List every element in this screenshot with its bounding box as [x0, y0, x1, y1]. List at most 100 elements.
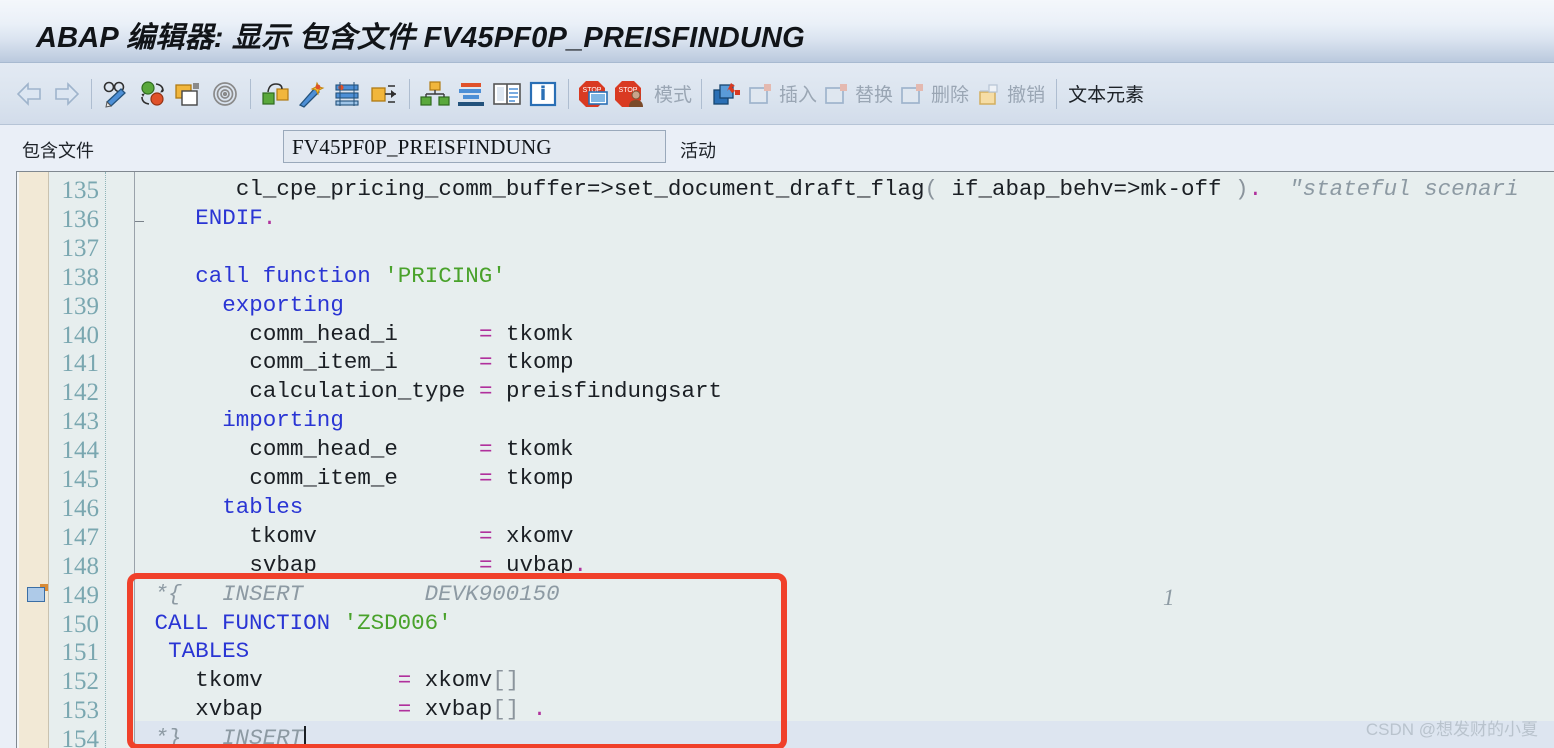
hierarchy-icon[interactable] [417, 71, 453, 117]
code-token: ) [1235, 176, 1249, 202]
line-number-column: 135 136 137 138 139 140 141 142 143 144 145 146 147 1… [50, 172, 106, 748]
code-line[interactable]: *{ INSERT DEVK900150 [155, 582, 560, 606]
code-token: tkomv [249, 522, 479, 549]
code-token: = [478, 378, 493, 405]
toolbar-separator [568, 78, 569, 109]
line-number: 147 [61, 523, 100, 551]
code-line[interactable]: cl_cpe_pricing_comm_buffer=>set_document… [236, 178, 1519, 201]
code-token: svbap [249, 551, 479, 578]
current-line-highlight [135, 721, 1554, 748]
status-badge: 活动 [680, 141, 716, 161]
code-token: *} INSERT [154, 725, 304, 748]
line-number: 154 [61, 726, 100, 748]
display-change-icon[interactable] [99, 71, 135, 117]
mode-label: 模式 [654, 85, 693, 106]
fold-marker[interactable] [135, 220, 144, 222]
expand-icon[interactable] [366, 71, 402, 117]
breakpoint-screen-icon[interactable]: STOP [576, 71, 612, 117]
bookmark-icon[interactable] [27, 583, 48, 602]
spiral-icon[interactable] [207, 71, 243, 117]
code-token: CALL FUNCTION [154, 609, 344, 636]
code-token: = [478, 465, 493, 491]
code-token: = [478, 551, 493, 578]
code-editor[interactable]: 135 136 137 138 139 140 141 142 143 144 145 146 147 1… [16, 171, 1554, 748]
forward-icon[interactable] [48, 71, 84, 117]
code-token: "stateful scenari [1289, 176, 1519, 202]
insert-button[interactable]: 插入 [745, 71, 821, 117]
code-line[interactable]: importing [222, 409, 344, 432]
line-number: 139 [61, 292, 100, 320]
undo-button[interactable]: 撤销 [973, 71, 1049, 117]
code-token: ( [924, 176, 938, 202]
clipboard-multi-icon[interactable] [709, 71, 745, 117]
code-line[interactable]: exporting [222, 293, 344, 317]
pattern-icon[interactable] [330, 71, 366, 117]
toolbar-separator [409, 78, 410, 109]
code-token: tkomv [195, 667, 398, 694]
line-number: 137 [61, 234, 100, 262]
line-number: 136 [61, 205, 100, 233]
code-token: = [478, 349, 493, 376]
code-line[interactable]: ENDIF. [195, 207, 276, 230]
line-number: 149 [61, 581, 100, 609]
code-token: comm_head_e [249, 436, 479, 463]
code-line[interactable]: comm_head_e = tkomk [249, 438, 573, 461]
code-line[interactable]: TABLES [168, 640, 249, 663]
toolbar-separator [1056, 78, 1058, 109]
code-line[interactable]: tkomv = xkomv [249, 525, 573, 548]
toggle-status-icon[interactable] [135, 71, 171, 117]
code-token: = [397, 667, 412, 694]
code-token: tkomk [492, 436, 574, 463]
format-icon[interactable] [453, 71, 489, 117]
code-line[interactable]: comm_item_i = tkomp [249, 351, 573, 374]
line-number: 140 [61, 321, 100, 349]
delete-label: 删除 [931, 85, 970, 106]
abap-editor-window: ABAP 编辑器: 显示 包含文件 FV45PF0P_PREISFINDUNG [0, 0, 1554, 748]
code-line[interactable]: svbap = uvbap. [249, 551, 587, 578]
code-line[interactable]: call function 'PRICING' [195, 262, 506, 289]
code-token: = [478, 522, 493, 549]
info-icon[interactable] [525, 71, 561, 117]
code-line[interactable]: *} INSERT [155, 727, 304, 748]
code-line[interactable]: calculation_type = preisfindungsart [249, 380, 722, 403]
delete-button[interactable]: 删除 [897, 71, 973, 117]
code-token: preisfindungsart [492, 378, 722, 405]
code-token: tables [222, 493, 304, 520]
code-text-area[interactable]: cl_cpe_pricing_comm_buffer=>set_document… [135, 172, 1554, 748]
back-icon[interactable] [12, 71, 48, 117]
code-line[interactable]: tables [222, 496, 303, 519]
code-token: uvbap [492, 551, 574, 578]
pretty-printer-wand-icon[interactable] [294, 71, 330, 117]
code-token: call function [195, 262, 385, 289]
watermark: CSDN @想发财的小夏 [1365, 720, 1538, 739]
code-token: xkomv [492, 522, 574, 549]
code-token: TABLES [168, 638, 250, 665]
breakpoint-gutter[interactable] [19, 172, 49, 748]
code-token: tkomp [492, 465, 574, 491]
code-line[interactable]: xvbap = xvbap[] . [195, 698, 546, 721]
toolbar-separator [701, 78, 703, 109]
split-screen-icon[interactable] [489, 71, 525, 117]
code-line[interactable]: comm_item_e = tkomp [249, 467, 573, 490]
copy-object-icon[interactable] [171, 71, 207, 117]
code-token: xkomv [411, 667, 493, 694]
code-token: xvbap [195, 696, 398, 723]
page-title: ABAP 编辑器: 显示 包含文件 FV45PF0P_PREISFINDUNG [36, 22, 805, 54]
text-elements-label: 文本元素 [1068, 85, 1145, 106]
include-input[interactable] [283, 130, 666, 163]
undo-label: 撤销 [1007, 85, 1046, 106]
code-token: calculation_type [249, 378, 479, 405]
code-line[interactable]: comm_head_i = tkomk [249, 322, 573, 346]
breakpoint-user-icon[interactable]: STOP [612, 71, 650, 117]
where-used-icon[interactable] [258, 71, 294, 117]
code-line[interactable]: CALL FUNCTION 'ZSD006' [154, 609, 452, 636]
main-toolbar: STOP STOP 模式 插入 替换 删除 撤销 文本元素 [0, 63, 1554, 125]
text-elements-button[interactable]: 文本元素 [1064, 71, 1146, 117]
code-token: 'PRICING' [384, 262, 506, 289]
code-line[interactable]: tkomv = xkomv[] [195, 669, 519, 692]
code-token: comm_item_i [249, 349, 479, 376]
replace-button[interactable]: 替换 [821, 71, 897, 117]
line-number: 141 [61, 350, 100, 378]
